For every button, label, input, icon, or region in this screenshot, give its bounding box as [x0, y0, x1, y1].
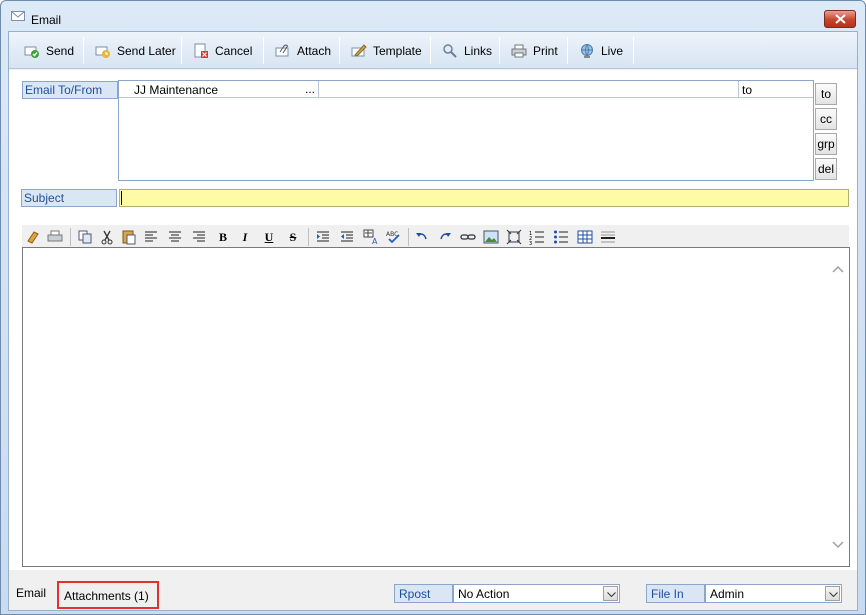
subject-label: Subject — [21, 189, 117, 207]
compose-pane: Email To/From JJ Maintenance ... to to c… — [9, 70, 857, 570]
recipient-row[interactable]: JJ Maintenance ... to — [119, 81, 813, 98]
align-center-icon[interactable] — [167, 229, 183, 245]
file-in-dropdown-button[interactable] — [825, 586, 840, 601]
email-window: Email Send Send Later Cancel Attach Temp… — [0, 0, 866, 615]
scroll-up-icon[interactable] — [832, 264, 844, 274]
redo-icon[interactable] — [437, 229, 453, 245]
file-in-value: Admin — [710, 587, 745, 601]
editor-toolbar: B I U S A ABC 123 — [22, 225, 849, 249]
rpost-value: No Action — [458, 587, 510, 601]
cancel-label: Cancel — [215, 43, 253, 58]
send-label: Send — [46, 43, 75, 58]
links-icon — [443, 43, 457, 58]
email-form: Send Send Later Cancel Attach Template L… — [8, 31, 858, 611]
send-later-icon — [95, 46, 110, 58]
bottom-bar: Email Attachments (1) Rpost No Action Fi… — [9, 574, 857, 610]
globe-icon — [581, 43, 593, 58]
rpost-label: Rpost — [394, 584, 453, 603]
rpost-dropdown-button[interactable] — [603, 586, 618, 601]
cc-button[interactable]: cc — [815, 108, 837, 130]
spellcheck-icon[interactable]: ABC — [385, 229, 401, 245]
indent-icon[interactable] — [315, 229, 331, 245]
font-size-icon[interactable]: A — [363, 229, 379, 245]
resize-icon[interactable] — [506, 229, 522, 245]
tab-email[interactable]: Email — [16, 586, 46, 600]
print-label: Print — [533, 43, 558, 58]
subject-input[interactable] — [119, 189, 849, 207]
horizontal-rule-icon[interactable] — [600, 229, 616, 245]
cancel-icon — [194, 43, 208, 58]
bullet-list-icon[interactable] — [553, 229, 569, 245]
strikethrough-button[interactable]: S — [285, 229, 301, 245]
live-label: Live — [601, 43, 624, 58]
file-in-label: File In — [646, 584, 705, 603]
bold-button[interactable]: B — [215, 229, 231, 245]
send-later-label: Send Later — [117, 43, 176, 58]
recipient-lookup-button[interactable]: ... — [305, 82, 315, 96]
links-button[interactable]: Links — [437, 36, 497, 65]
undo-icon[interactable] — [414, 229, 430, 245]
template-label: Template — [373, 43, 422, 58]
cancel-button[interactable]: Cancel — [188, 36, 257, 65]
template-button[interactable]: Template — [346, 36, 427, 65]
title-bar[interactable]: Email — [1, 1, 865, 31]
delete-button[interactable]: del — [815, 158, 837, 180]
live-button[interactable]: Live — [574, 36, 628, 65]
cut-icon[interactable] — [99, 229, 115, 245]
tab-attachments[interactable]: Attachments (1) — [57, 581, 159, 609]
link-icon[interactable] — [460, 229, 476, 245]
links-label: Links — [464, 43, 493, 58]
recipient-list[interactable]: JJ Maintenance ... to — [118, 80, 814, 181]
attach-label: Attach — [297, 43, 332, 58]
svg-text:3: 3 — [529, 241, 532, 245]
copy-icon[interactable] — [77, 229, 93, 245]
to-button[interactable]: to — [815, 83, 837, 105]
close-icon — [835, 14, 846, 24]
outdent-icon[interactable] — [339, 229, 355, 245]
rpost-select[interactable]: No Action — [453, 584, 620, 603]
template-icon — [351, 43, 367, 57]
svg-text:A: A — [372, 237, 378, 245]
italic-button[interactable]: I — [237, 229, 253, 245]
print-icon — [511, 44, 527, 57]
print-button[interactable]: Print — [506, 36, 563, 65]
attach-icon — [275, 44, 289, 56]
align-right-icon[interactable] — [191, 229, 207, 245]
align-left-icon[interactable] — [143, 229, 159, 245]
recipient-type[interactable]: to — [742, 83, 752, 97]
table-icon[interactable] — [577, 229, 593, 245]
recipient-name: JJ Maintenance — [134, 83, 219, 97]
print-icon[interactable] — [47, 229, 63, 245]
window-title: Email — [31, 13, 62, 27]
tab-attachments-label: Attachments (1) — [64, 589, 149, 603]
main-toolbar: Send Send Later Cancel Attach Template L… — [9, 32, 857, 69]
send-later-button[interactable]: Send Later — [90, 36, 181, 65]
email-to-from-label: Email To/From — [22, 81, 118, 99]
chevron-down-icon — [607, 592, 616, 597]
attach-button[interactable]: Attach — [270, 36, 336, 65]
paste-icon[interactable] — [121, 229, 137, 245]
send-button[interactable]: Send — [19, 36, 79, 65]
image-icon[interactable] — [483, 229, 499, 245]
scroll-down-icon[interactable] — [832, 540, 844, 550]
clear-icon[interactable] — [25, 229, 41, 245]
group-button[interactable]: grp — [815, 133, 837, 155]
envelope-icon — [11, 11, 25, 21]
send-icon — [24, 46, 39, 58]
close-button[interactable] — [824, 10, 856, 28]
message-body-editor[interactable] — [22, 247, 850, 567]
file-in-select[interactable]: Admin — [705, 584, 842, 603]
underline-button[interactable]: U — [261, 229, 277, 245]
chevron-down-icon — [829, 592, 838, 597]
numbered-list-icon[interactable]: 123 — [529, 229, 545, 245]
